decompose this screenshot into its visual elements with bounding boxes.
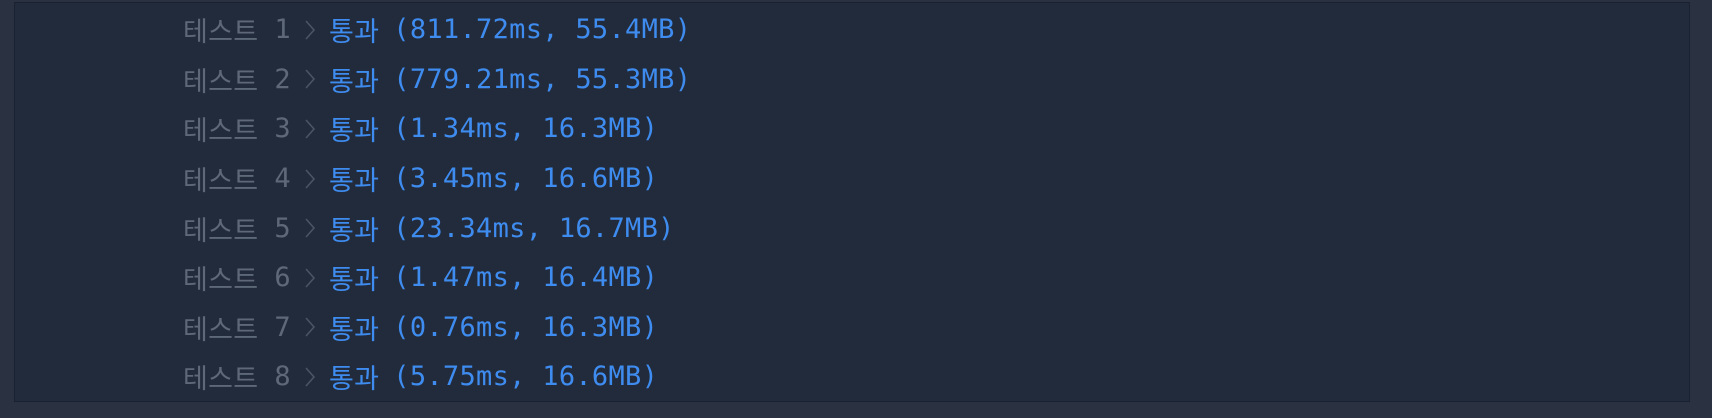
test-metrics: (23.34ms, 16.7MB) (393, 212, 675, 244)
pass-status: 통과 (328, 66, 380, 98)
test-metrics: (811.72ms, 55.4MB) (393, 14, 692, 46)
test-label: 테스트 (183, 314, 259, 346)
test-number: 2 (274, 63, 291, 95)
test-label: 테스트 (183, 215, 259, 247)
test-metrics: (3.45ms, 16.6MB) (393, 163, 659, 195)
test-metrics: (1.34ms, 16.3MB) (393, 113, 659, 145)
test-result-row: 테스트 1 통과 (811.72ms, 55.4MB) (183, 5, 691, 55)
test-number: 8 (274, 361, 291, 393)
test-metrics: (0.76ms, 16.3MB) (393, 311, 659, 343)
pass-status: 통과 (328, 364, 380, 396)
test-result-row: 테스트 8 통과 (5.75ms, 16.6MB) (183, 352, 691, 402)
pass-status: 통과 (328, 116, 380, 148)
chevron-right-icon (301, 265, 319, 291)
test-label: 테스트 (183, 66, 259, 98)
test-result-row: 테스트 7 통과 (0.76ms, 16.3MB) (183, 303, 691, 353)
test-label: 테스트 (183, 116, 259, 148)
test-number: 4 (274, 163, 291, 195)
test-result-row: 테스트 5 통과 (23.34ms, 16.7MB) (183, 203, 691, 253)
test-number: 7 (274, 311, 291, 343)
chevron-right-icon (301, 215, 319, 241)
test-result-row: 테스트 4 통과 (3.45ms, 16.6MB) (183, 154, 691, 204)
test-metrics: (779.21ms, 55.3MB) (393, 63, 692, 95)
pass-status: 통과 (328, 314, 380, 346)
test-number: 3 (274, 113, 291, 145)
chevron-right-icon (301, 314, 319, 340)
test-label: 테스트 (183, 17, 259, 49)
pass-status: 통과 (328, 265, 380, 297)
test-number: 5 (274, 212, 291, 244)
test-metrics: (1.47ms, 16.4MB) (393, 262, 659, 294)
test-label: 테스트 (183, 265, 259, 297)
test-result-row: 테스트 2 통과 (779.21ms, 55.3MB) (183, 55, 691, 105)
test-results-list: 테스트 1 통과 (811.72ms, 55.4MB) 테스트 2 통과 (77… (183, 5, 691, 402)
test-number: 1 (274, 14, 291, 46)
pass-status: 통과 (328, 17, 380, 49)
test-label: 테스트 (183, 166, 259, 198)
pass-status: 통과 (328, 215, 380, 247)
chevron-right-icon (301, 364, 319, 390)
test-result-row: 테스트 3 통과 (1.34ms, 16.3MB) (183, 104, 691, 154)
pass-status: 통과 (328, 166, 380, 198)
test-metrics: (5.75ms, 16.6MB) (393, 361, 659, 393)
test-result-row: 테스트 6 통과 (1.47ms, 16.4MB) (183, 253, 691, 303)
test-results-panel: 테스트 1 통과 (811.72ms, 55.4MB) 테스트 2 통과 (77… (14, 2, 1690, 402)
chevron-right-icon (301, 166, 319, 192)
chevron-right-icon (301, 17, 319, 43)
test-number: 6 (274, 262, 291, 294)
test-label: 테스트 (183, 364, 259, 396)
chevron-right-icon (301, 116, 319, 142)
chevron-right-icon (301, 66, 319, 92)
